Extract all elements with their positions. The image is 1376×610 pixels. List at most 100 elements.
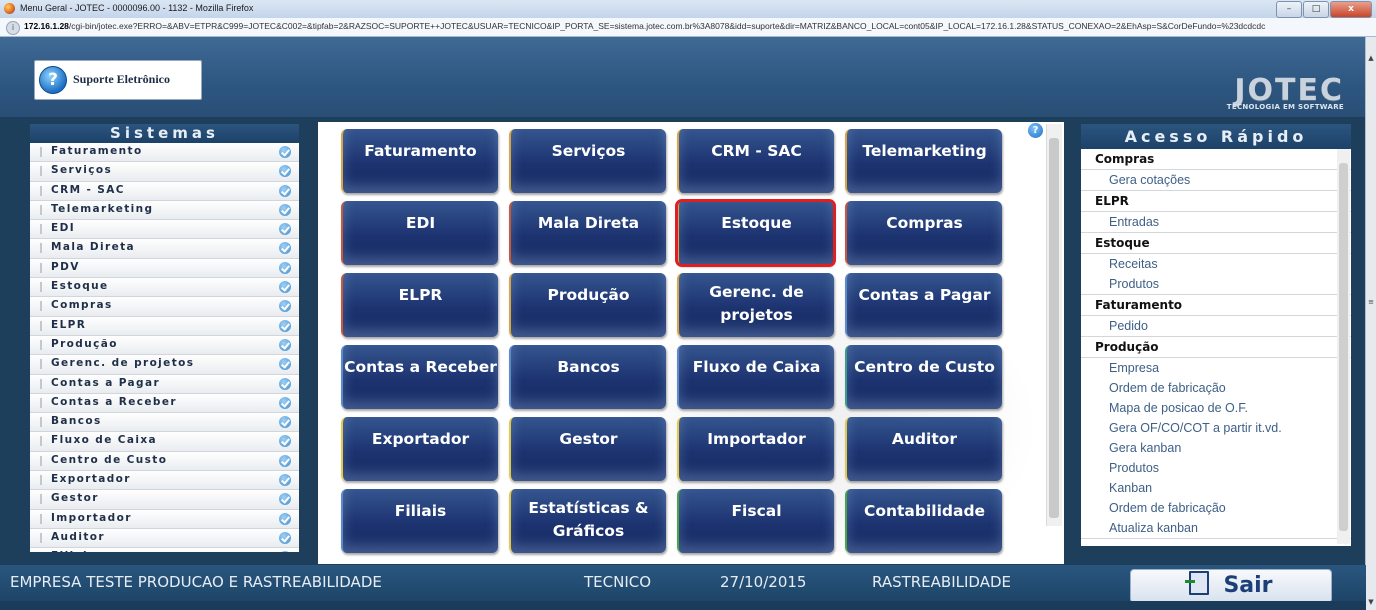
page-scrollbar[interactable]: ▲ ≡ ▼ — [1365, 37, 1376, 610]
sistema-item[interactable]: Serviços — [30, 162, 299, 182]
sistema-item[interactable]: EDI — [30, 220, 299, 240]
acesso-rapido-link[interactable]: Entradas — [1081, 212, 1351, 233]
sistema-item[interactable]: Estoque — [30, 278, 299, 298]
module-button[interactable]: Bancos — [509, 345, 666, 409]
module-button[interactable]: Centro de Custo — [845, 345, 1002, 409]
footer-context: RASTREABILIDADE — [872, 573, 1011, 591]
module-button-label: Contas a Pagar — [858, 286, 991, 304]
sistema-item[interactable]: Filiais — [30, 548, 299, 552]
sistema-item[interactable]: Gestor — [30, 490, 299, 510]
acesso-rapido-scroll-thumb[interactable] — [1339, 163, 1348, 531]
sistema-item[interactable]: Importador — [30, 509, 299, 529]
check-circle-icon — [279, 377, 291, 390]
help-icon[interactable]: ? — [1028, 123, 1043, 138]
module-button[interactable]: Filiais — [341, 489, 498, 553]
sistema-item[interactable]: PDV — [30, 258, 299, 279]
sistema-item[interactable]: Auditor — [30, 528, 299, 549]
sistema-item[interactable]: ELPR — [30, 316, 299, 336]
support-logo[interactable]: ? Suporte Eletrônico — [34, 60, 202, 100]
module-button[interactable]: Contas a Pagar — [845, 273, 1002, 337]
check-circle-icon — [279, 474, 291, 487]
module-button[interactable]: Estoque — [675, 199, 836, 267]
sistema-item-label: Produção — [51, 337, 118, 350]
module-button[interactable]: EDI — [341, 201, 498, 265]
modules-scroll-thumb[interactable] — [1049, 138, 1059, 518]
module-button[interactable]: Serviços — [509, 129, 666, 193]
url-path: /cgi-bin/jotec.exe?ERRO=&ABV=ETPR&C999=J… — [68, 21, 1266, 31]
acesso-rapido-link[interactable]: Produtos — [1081, 274, 1351, 295]
sair-button[interactable]: Sair — [1130, 569, 1332, 603]
module-button[interactable]: Produção — [509, 273, 666, 337]
sistema-item[interactable]: Mala Direta — [30, 239, 299, 259]
module-button[interactable]: Estatísticas & Gráficos — [509, 489, 666, 553]
acesso-rapido-link[interactable]: Gera cotações — [1081, 170, 1351, 191]
sistema-item[interactable]: CRM - SAC — [30, 181, 299, 201]
module-button[interactable]: Gestor — [509, 417, 666, 481]
sistema-item[interactable]: Fluxo de Caixa — [30, 432, 299, 452]
window-titlebar: Menu Geral - JOTEC - 0000096.00 - 1132 -… — [0, 0, 1376, 19]
minimize-button[interactable]: – — [1276, 1, 1302, 18]
acesso-rapido-scrollbar[interactable] — [1337, 149, 1350, 544]
acesso-rapido-link[interactable]: Empresa — [1081, 358, 1351, 378]
acesso-rapido-link[interactable]: Gera OF/CO/COT a partir it.vd. — [1081, 418, 1351, 438]
module-button[interactable]: Auditor — [845, 417, 1002, 481]
module-button[interactable]: Gerenc. de projetos — [677, 273, 834, 337]
sistema-item[interactable]: Gerenc. de projetos — [30, 355, 299, 375]
maximize-button[interactable]: □ — [1303, 1, 1329, 18]
app-header: ? Suporte Eletrônico JOTEC TECNOLOGIA EM… — [0, 37, 1366, 117]
address-bar[interactable]: i 172.16.1.28/cgi-bin/jotec.exe?ERRO=&AB… — [0, 18, 1376, 37]
sistema-item[interactable]: Produção — [30, 335, 299, 356]
acesso-rapido-panel: Acesso Rápido Compras Gera cotações ELPR En… — [1081, 124, 1351, 546]
sistema-item[interactable]: Exportador — [30, 471, 299, 491]
sistema-item[interactable]: Compras — [30, 297, 299, 317]
module-button-label: ELPR — [398, 286, 443, 304]
acesso-rapido-link[interactable]: Kanban — [1081, 478, 1351, 498]
sistema-item-label: Contas a Receber — [51, 395, 177, 408]
item-bullet — [40, 262, 42, 273]
sistema-item[interactable]: Centro de Custo — [30, 451, 299, 472]
sistema-item[interactable]: Telemarketing — [30, 200, 299, 221]
module-button[interactable]: Telemarketing — [845, 129, 1002, 193]
url-text[interactable]: 172.16.1.28/cgi-bin/jotec.exe?ERRO=&ABV=… — [24, 21, 1364, 31]
module-button[interactable]: Fiscal — [677, 489, 834, 553]
acesso-rapido-link[interactable]: Receitas — [1081, 254, 1351, 274]
modules-scrollbar[interactable] — [1046, 124, 1062, 526]
module-button[interactable]: CRM - SAC — [677, 129, 834, 193]
sistema-item[interactable]: Contas a Receber — [30, 393, 299, 414]
sistema-item[interactable]: Contas a Pagar — [30, 374, 299, 394]
module-button-label: Telemarketing — [862, 142, 987, 160]
acesso-rapido-group-header: Faturamento — [1081, 295, 1351, 316]
acesso-rapido-link[interactable]: Pedido — [1081, 316, 1351, 337]
module-button[interactable]: Compras — [845, 201, 1002, 265]
sistema-item[interactable]: Faturamento — [30, 143, 299, 163]
module-button[interactable]: ELPR — [341, 273, 498, 337]
sistema-item-label: Gestor — [51, 492, 99, 505]
module-button[interactable]: Fluxo de Caixa — [677, 345, 834, 409]
acesso-rapido-link[interactable]: Produtos — [1081, 458, 1351, 478]
acesso-rapido-link[interactable]: Ordem de fabricação — [1081, 498, 1351, 518]
module-button[interactable]: Mala Direta — [509, 201, 666, 265]
module-button-label: Exportador — [371, 430, 470, 448]
acesso-rapido-link[interactable]: Atualiza kanban — [1081, 518, 1351, 539]
check-circle-icon — [279, 300, 291, 313]
sistema-item-label: Centro de Custo — [51, 453, 168, 466]
check-circle-icon — [279, 396, 291, 409]
module-button[interactable]: Faturamento — [341, 129, 498, 193]
module-button[interactable]: Exportador — [341, 417, 498, 481]
acesso-rapido-title: Acesso Rápido — [1081, 124, 1351, 149]
sistema-item[interactable]: Bancos — [30, 413, 299, 433]
scroll-down-arrow-icon[interactable]: ▼ — [1366, 597, 1376, 607]
scroll-up-arrow-icon[interactable]: ▲ — [1366, 53, 1376, 63]
acesso-rapido-link[interactable]: Ordem de fabricação — [1081, 378, 1351, 398]
site-info-icon[interactable]: i — [6, 21, 20, 35]
acesso-rapido-link[interactable]: Gera kanban — [1081, 438, 1351, 458]
acesso-rapido-link[interactable]: Mapa de posicao de O.F. — [1081, 398, 1351, 418]
item-bullet — [40, 301, 42, 312]
module-button-label: Compras — [886, 214, 963, 232]
module-button-label: Auditor — [891, 430, 958, 448]
check-circle-icon — [279, 165, 291, 178]
close-window-button[interactable]: x — [1330, 1, 1372, 18]
module-button[interactable]: Contas a Receber — [341, 345, 498, 409]
module-button[interactable]: Importador — [677, 417, 834, 481]
module-button[interactable]: Contabilidade — [845, 489, 1002, 553]
